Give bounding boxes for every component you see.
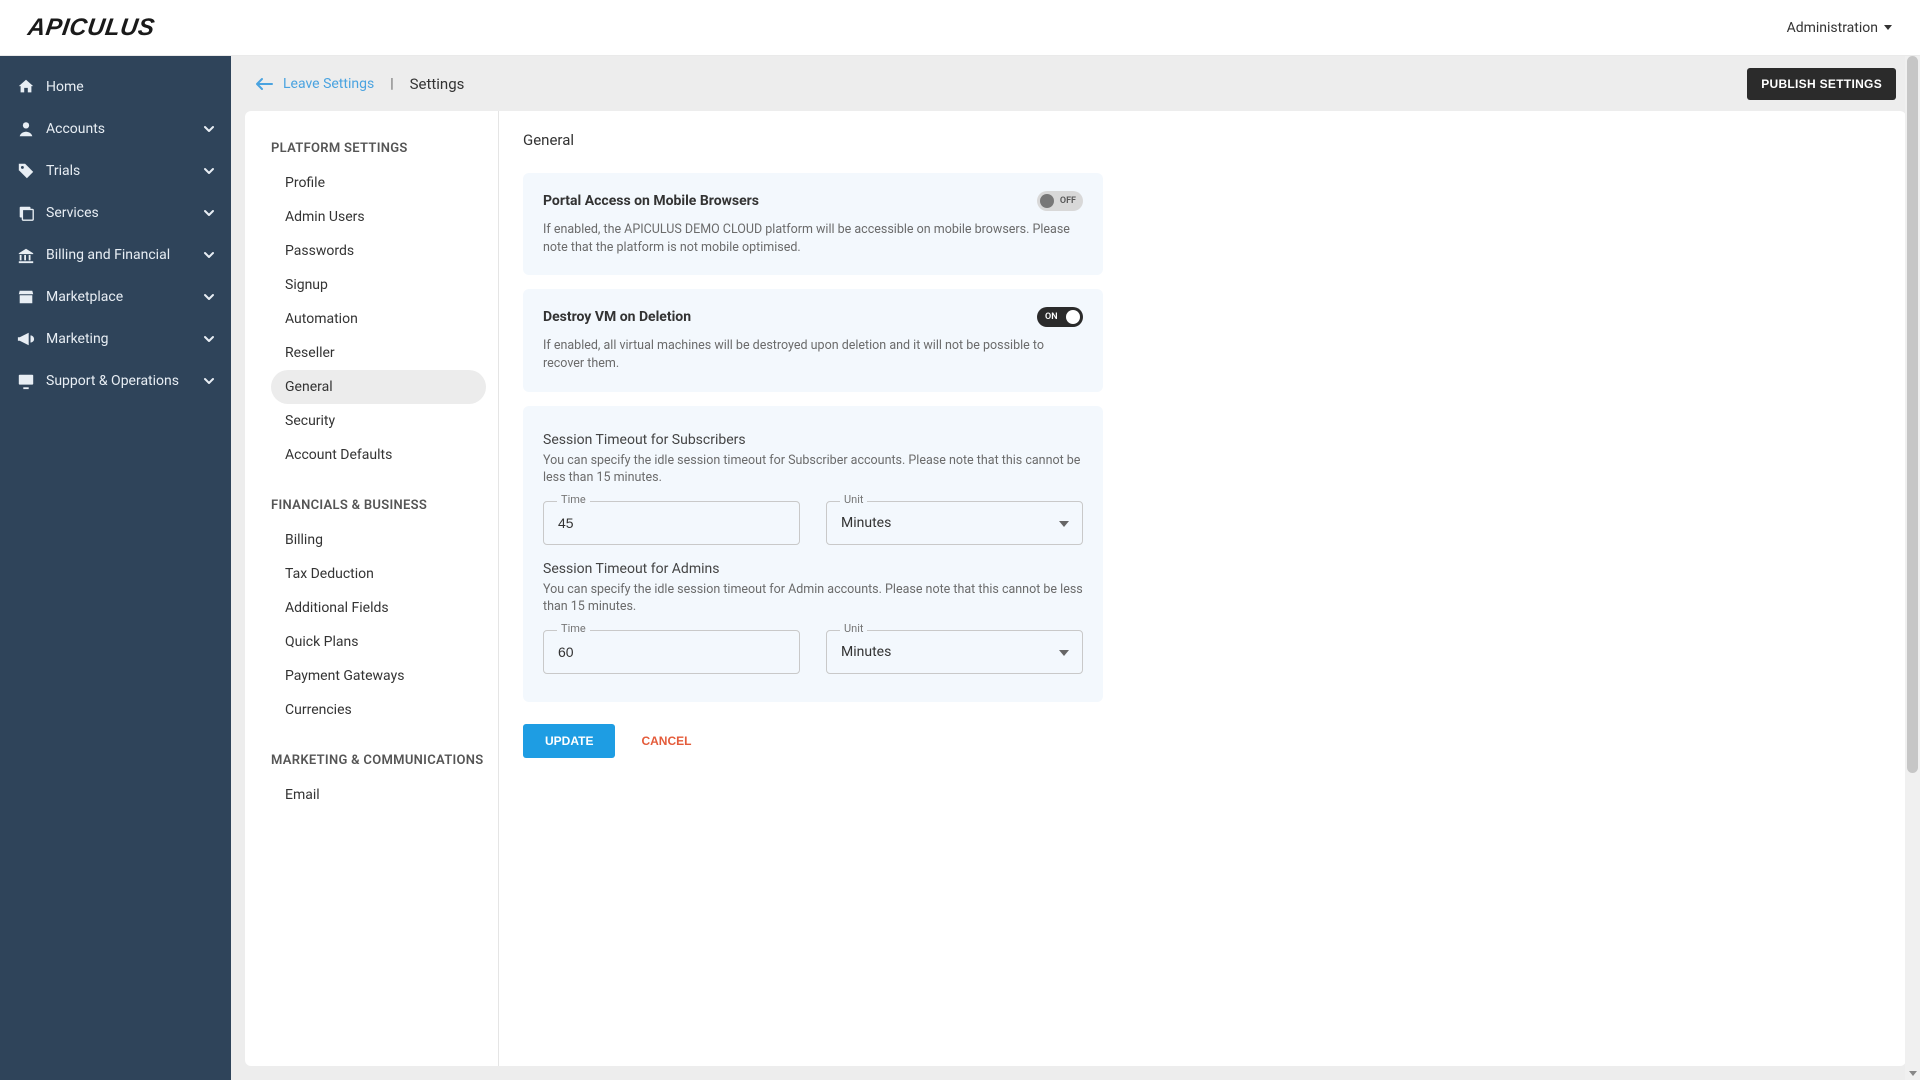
session-admin-title: Session Timeout for Admins <box>543 561 1083 577</box>
settings-group-title: PLATFORM SETTINGS <box>271 141 486 156</box>
settings-nav-item-additional-fields[interactable]: Additional Fields <box>271 591 486 625</box>
destroy-vm-card: Destroy VM on Deletion ON If enabled, al… <box>523 289 1103 391</box>
sidebar-item-marketing[interactable]: Marketing <box>0 318 231 360</box>
sidebar-item-accounts[interactable]: Accounts <box>0 108 231 150</box>
update-button[interactable]: UPDATE <box>523 724 615 758</box>
destroy-vm-title: Destroy VM on Deletion <box>543 309 691 325</box>
admin-unit-value: Minutes <box>841 644 891 660</box>
session-admin-desc: You can specify the idle session timeout… <box>543 581 1083 616</box>
arrow-left-icon <box>255 77 273 91</box>
scrollbar-thumb[interactable] <box>1907 56 1918 773</box>
tag-icon <box>16 161 36 181</box>
destroy-vm-toggle-state: ON <box>1045 312 1058 322</box>
caret-down-icon <box>1884 25 1892 30</box>
chevron-down-icon <box>203 251 215 259</box>
portal-access-toggle[interactable]: OFF <box>1037 191 1083 211</box>
settings-nav-item-payment-gateways[interactable]: Payment Gateways <box>271 659 486 693</box>
admin-unit-label: Unit <box>840 622 867 635</box>
cancel-button[interactable]: CANCEL <box>641 734 691 748</box>
bank-icon <box>16 245 36 265</box>
main: Leave Settings | Settings PUBLISH SETTIN… <box>231 56 1920 1080</box>
settings-nav-item-email[interactable]: Email <box>271 778 486 812</box>
settings-nav-item-profile[interactable]: Profile <box>271 166 486 200</box>
brand-logo: APICULUS <box>26 14 157 42</box>
sidebar-item-label: Services <box>46 205 203 221</box>
sidebar-item-trials[interactable]: Trials <box>0 150 231 192</box>
settings-group-title: FINANCIALS & BUSINESS <box>271 498 486 513</box>
sidebar-item-label: Accounts <box>46 121 203 137</box>
sidebar-item-services[interactable]: Services <box>0 192 231 234</box>
sidebar-item-label: Marketing <box>46 331 203 347</box>
chevron-down-icon <box>203 335 215 343</box>
pane-title: General <box>523 131 1103 149</box>
sidebar-item-label: Trials <box>46 163 203 179</box>
sub-unit-value: Minutes <box>841 515 891 531</box>
sub-unit-label: Unit <box>840 493 867 506</box>
settings-nav-item-signup[interactable]: Signup <box>271 268 486 302</box>
separator: | <box>390 76 393 92</box>
admin-time-label: Time <box>557 622 590 635</box>
admin-time-input[interactable] <box>543 630 800 674</box>
settings-nav: PLATFORM SETTINGS ProfileAdmin UsersPassw… <box>245 111 499 1066</box>
home-icon <box>16 77 36 97</box>
settings-group-title: MARKETING & COMMUNICATIONS <box>271 753 486 768</box>
sidebar-item-support-operations[interactable]: Support & Operations <box>0 360 231 402</box>
settings-nav-item-passwords[interactable]: Passwords <box>271 234 486 268</box>
leave-settings-label: Leave Settings <box>283 76 374 92</box>
sidebar-item-label: Marketplace <box>46 289 203 305</box>
sub-time-label: Time <box>557 493 590 506</box>
topbar: APICULUS Administration <box>0 0 1920 56</box>
destroy-vm-desc: If enabled, all virtual machines will be… <box>543 337 1083 373</box>
store-icon <box>16 287 36 307</box>
chevron-down-icon <box>203 125 215 133</box>
sub-time-input[interactable] <box>543 501 800 545</box>
settings-pane: General Portal Access on Mobile Browsers… <box>499 111 1906 1066</box>
settings-nav-item-tax-deduction[interactable]: Tax Deduction <box>271 557 486 591</box>
portal-access-toggle-state: OFF <box>1060 196 1076 206</box>
sidebar-item-home[interactable]: Home <box>0 66 231 108</box>
chevron-down-icon <box>203 167 215 175</box>
sidebar-item-label: Billing and Financial <box>46 247 203 263</box>
settings-nav-item-account-defaults[interactable]: Account Defaults <box>271 438 486 472</box>
chevron-down-icon <box>203 377 215 385</box>
chevron-down-icon <box>203 293 215 301</box>
monitor-icon <box>16 371 36 391</box>
account-icon <box>16 119 36 139</box>
session-sub-desc: You can specify the idle session timeout… <box>543 452 1083 487</box>
administration-menu[interactable]: Administration <box>1787 20 1892 36</box>
sub-unit-select[interactable]: Minutes <box>826 501 1083 545</box>
admin-unit-select[interactable]: Minutes <box>826 630 1083 674</box>
settings-nav-item-billing[interactable]: Billing <box>271 523 486 557</box>
settings-nav-item-quick-plans[interactable]: Quick Plans <box>271 625 486 659</box>
sidebar-item-label: Support & Operations <box>46 373 203 389</box>
publish-settings-button[interactable]: PUBLISH SETTINGS <box>1747 68 1896 100</box>
content-card: PLATFORM SETTINGS ProfileAdmin UsersPassw… <box>245 111 1906 1066</box>
chevron-down-icon <box>203 209 215 217</box>
settings-nav-item-general[interactable]: General <box>271 370 486 404</box>
sidebar-item-billing-and-financial[interactable]: Billing and Financial <box>0 234 231 276</box>
settings-nav-item-reseller[interactable]: Reseller <box>271 336 486 370</box>
settings-nav-item-admin-users[interactable]: Admin Users <box>271 200 486 234</box>
settings-nav-item-automation[interactable]: Automation <box>271 302 486 336</box>
sidebar-item-label: Home <box>46 79 215 95</box>
destroy-vm-toggle[interactable]: ON <box>1037 307 1083 327</box>
portal-access-card: Portal Access on Mobile Browsers OFF If … <box>523 173 1103 275</box>
settings-nav-item-currencies[interactable]: Currencies <box>271 693 486 727</box>
scrollbar[interactable] <box>1905 56 1920 1080</box>
settings-nav-item-security[interactable]: Security <box>271 404 486 438</box>
session-timeout-card: Session Timeout for Subscribers You can … <box>523 406 1103 702</box>
page-header: Leave Settings | Settings PUBLISH SETTIN… <box>231 56 1920 111</box>
administration-label: Administration <box>1787 20 1878 36</box>
leave-settings-link[interactable]: Leave Settings <box>255 76 374 92</box>
session-sub-title: Session Timeout for Subscribers <box>543 432 1083 448</box>
sidebar-item-marketplace[interactable]: Marketplace <box>0 276 231 318</box>
sidebar: Home Accounts Trials Services Billing and Fi… <box>0 56 231 1080</box>
megaphone-icon <box>16 329 36 349</box>
portal-access-title: Portal Access on Mobile Browsers <box>543 193 759 209</box>
page-title: Settings <box>410 75 465 93</box>
portal-access-desc: If enabled, the APICULUS DEMO CLOUD plat… <box>543 221 1083 257</box>
layers-icon <box>16 203 36 223</box>
